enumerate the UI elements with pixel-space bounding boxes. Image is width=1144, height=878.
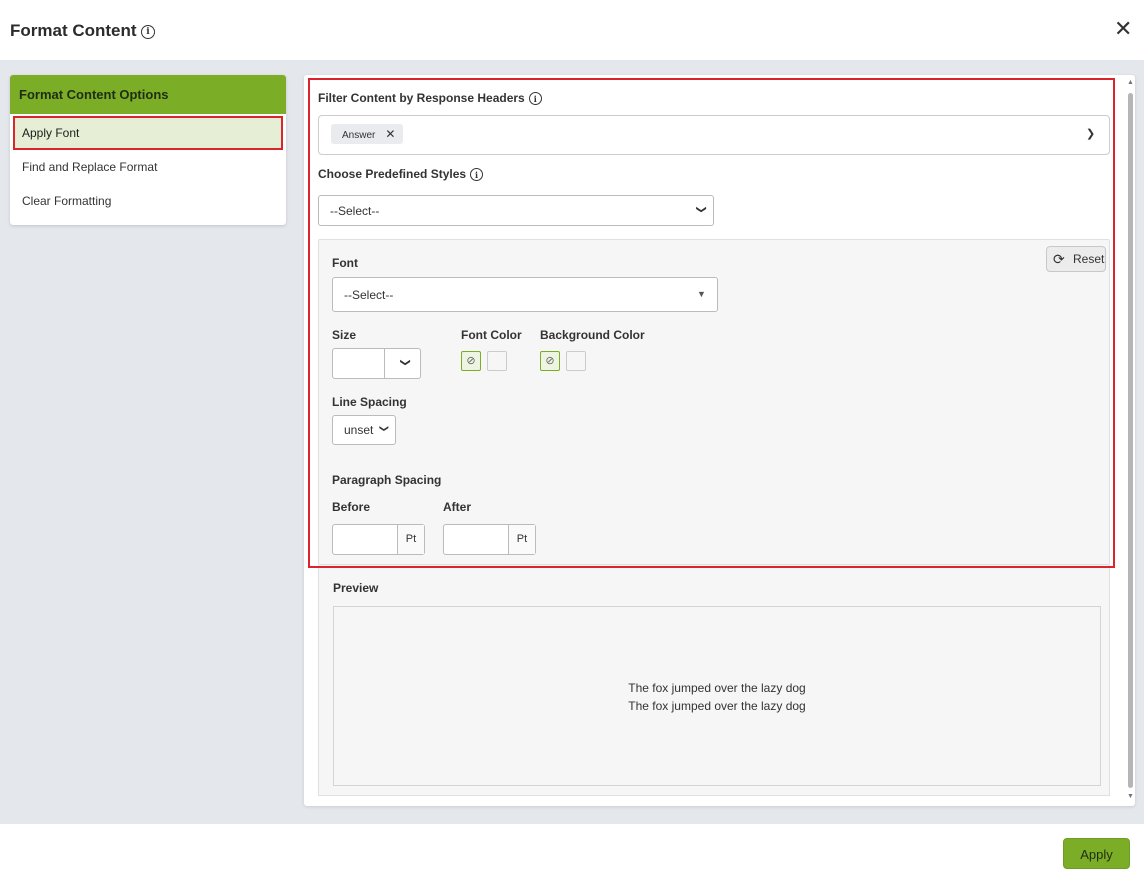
preview-line: The fox jumped over the lazy dog [628,681,806,695]
info-icon[interactable]: i [470,168,484,182]
sidebar-item-label: Clear Formatting [22,194,112,208]
sidebar-item-label: Apply Font [22,126,80,140]
sidebar-item-label: Find and Replace Format [22,160,158,174]
scroll-up-icon[interactable]: ▲ [1127,79,1134,86]
sidebar-header: Format Content Options [10,75,286,114]
format-options-sidebar: Format Content Options Apply Font Find a… [10,75,286,225]
dialog-body: Format Content Options Apply Font Find a… [0,60,1144,824]
chevron-down-icon: ❯ [379,424,390,433]
info-icon[interactable]: i [141,25,155,39]
scrollbar-thumb[interactable] [1128,93,1133,788]
caret-down-icon: ▼ [697,289,706,299]
chevron-down-icon[interactable]: ❯ [400,358,411,366]
refresh-icon: ⟳ [1053,251,1065,267]
sidebar-item-apply-font[interactable]: Apply Font [13,116,283,150]
reset-button[interactable]: ⟳ Reset [1046,246,1106,272]
chevron-down-icon: ❯ [695,205,707,214]
sidebar-item-clear-formatting[interactable]: Clear Formatting [13,184,283,218]
close-icon[interactable]: ✕ [1114,18,1132,40]
background-color-swatch[interactable] [566,351,586,371]
chevron-down-icon[interactable]: ❯ [1086,127,1095,140]
after-label: After [443,500,472,514]
dialog-title: Format Content [10,21,137,40]
unit-label: Pt [397,525,424,554]
no-color-icon[interactable]: ⊘ [540,351,560,371]
background-color-label: Background Color [540,328,645,342]
close-icon[interactable]: ✕ [385,127,395,141]
info-icon[interactable]: i [528,92,542,106]
before-input[interactable]: Pt [332,524,425,555]
dialog-footer: Apply [0,824,1144,878]
preview-section: Preview The fox jumped over the lazy dog… [318,565,1110,796]
size-label: Size [332,328,357,342]
vertical-scrollbar[interactable]: ▲ ▼ [1126,77,1135,804]
scroll-down-icon[interactable]: ▼ [1127,793,1134,800]
dialog-header: Format Content i ✕ [0,0,1144,60]
preview-area: The fox jumped over the lazy dog The fox… [333,606,1101,786]
after-input[interactable]: Pt [443,524,536,555]
apply-font-panel: Filter Content by Response Headers i Answ… [304,75,1135,806]
filter-label: Filter Content by Response Headers i [318,91,542,106]
divider [384,349,385,378]
paragraph-spacing-label: Paragraph Spacing [332,473,442,487]
line-spacing-select[interactable]: unset ❯ [332,415,396,445]
response-headers-multiselect[interactable]: Answer ✕ ❯ [318,115,1110,155]
font-color-label: Font Color [461,328,522,342]
preview-label: Preview [333,581,379,595]
before-label: Before [332,500,371,514]
size-input[interactable]: ❯ [332,348,421,379]
chip-label: Answer [342,130,376,141]
preview-line: The fox jumped over the lazy dog [628,699,806,713]
line-spacing-label: Line Spacing [332,395,407,409]
unit-label: Pt [508,525,535,554]
font-select[interactable]: --Select-- ▼ [332,277,718,312]
no-color-icon[interactable]: ⊘ [461,351,481,371]
sidebar-item-find-replace-format[interactable]: Find and Replace Format [13,150,283,184]
predefined-styles-label: Choose Predefined Styles i [318,167,484,182]
apply-button[interactable]: Apply [1063,838,1130,869]
answer-chip: Answer ✕ [331,124,404,144]
font-settings-box: ⟳ Reset Font --Select-- ▼ Size ❯ Font Co… [318,239,1110,565]
font-label: Font [332,256,358,270]
font-color-swatch[interactable] [487,351,507,371]
predefined-styles-select[interactable]: --Select-- ❯ [318,195,714,226]
